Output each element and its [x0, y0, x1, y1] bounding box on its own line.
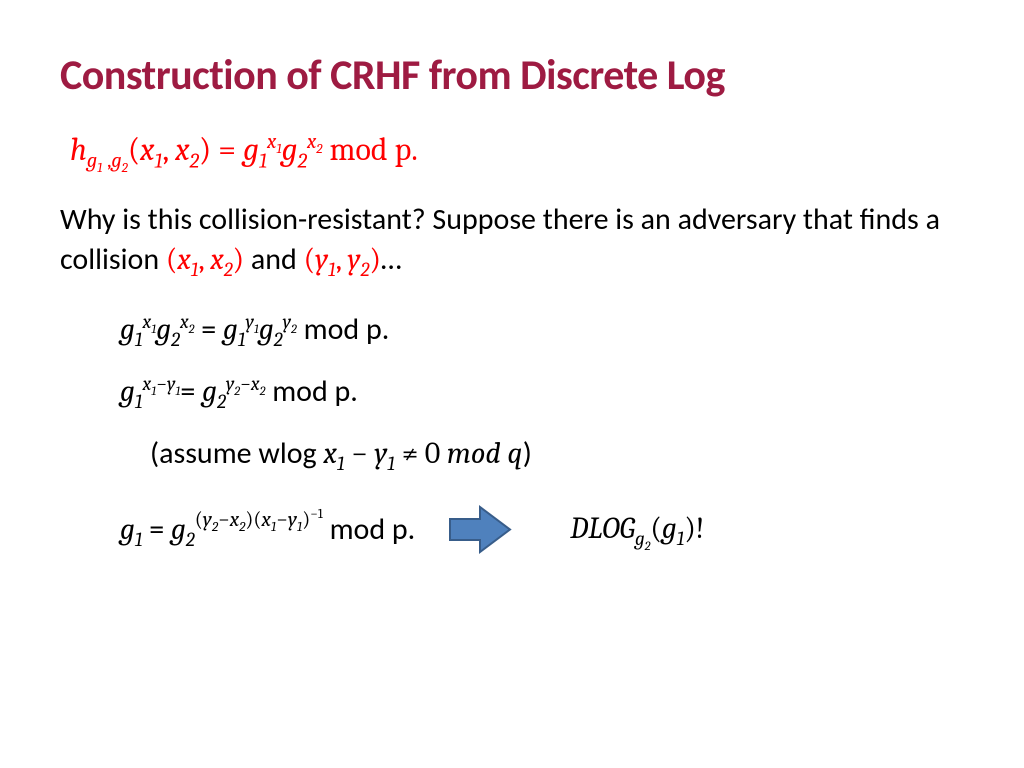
conclusion-row: g1 = g2(y2−x2)(x1−y1)−1 mod p. DLOGg2(g1…	[120, 502, 964, 557]
assumption-text: (assume wlog x1 − y1 ≠ 0 mod q)	[150, 435, 964, 472]
explanation-text: Why is this collision-resistant? Suppose…	[60, 200, 964, 281]
equation-rearranged: g1x1−y1= g2y2−x2 mod p.	[120, 373, 964, 410]
slide-container: Construction of CRHF from Discrete Log h…	[0, 0, 1024, 597]
dlog-result: DLOGg2(g1)!	[570, 511, 704, 547]
slide-title: Construction of CRHF from Discrete Log	[60, 50, 964, 101]
equation-collision: g1x1g2x2 = g1y1g2y2 mod p.	[120, 311, 964, 348]
hash-definition: hg1 ,g2(x1, x2) = g1x1g2x2 mod p.	[70, 131, 964, 170]
equation-dlog-solution: g1 = g2(y2−x2)(x1−y1)−1 mod p.	[120, 511, 415, 548]
implies-arrow-icon	[445, 502, 515, 557]
